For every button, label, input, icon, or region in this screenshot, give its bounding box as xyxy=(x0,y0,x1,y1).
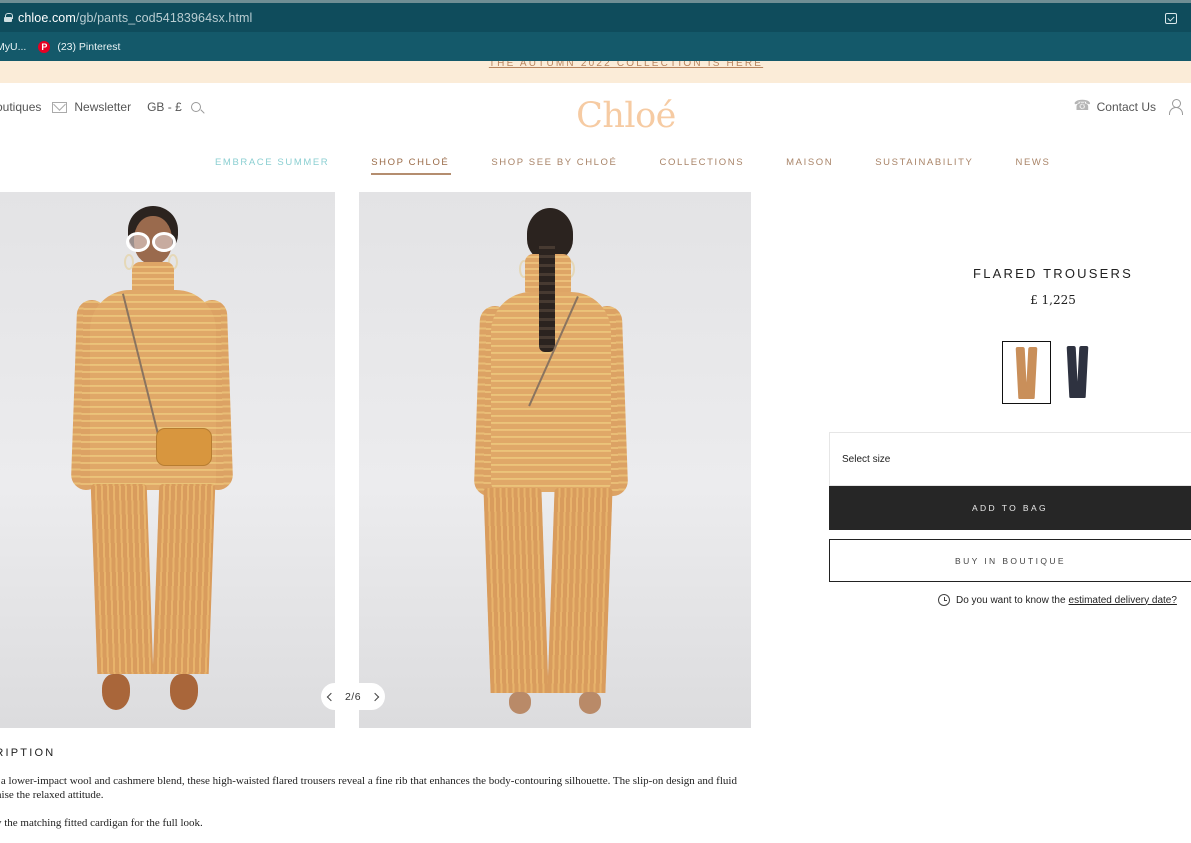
lock-icon xyxy=(4,13,13,22)
install-app-icon[interactable] xyxy=(1165,13,1177,24)
main-nav: EMBRACE SUMMER SHOP CHLOÉ SHOP SEE BY CH… xyxy=(215,157,1092,175)
bookmarks-bar: MyU... P (23) Pinterest xyxy=(0,32,1191,61)
product-photo-back[interactable] xyxy=(359,192,751,728)
nav-maison[interactable]: MAISON xyxy=(786,157,833,168)
model-back xyxy=(359,192,751,728)
product-photo-front[interactable] xyxy=(0,192,335,728)
browser-address-bar[interactable]: chloe.com/gb/pants_cod54183964sx.html xyxy=(0,0,1191,32)
nav-shop-see-by-chloe[interactable]: SHOP SEE BY CHLOÉ xyxy=(491,157,617,168)
description-line-1: In a lower-impact wool and cashmere blen… xyxy=(0,775,737,787)
swatch-camel[interactable] xyxy=(1002,341,1051,404)
contact-us-link[interactable]: Contact Us xyxy=(1097,100,1156,114)
swatch-navy[interactable] xyxy=(1054,341,1103,404)
nav-news[interactable]: NEWS xyxy=(1015,157,1050,168)
chevron-left-icon[interactable] xyxy=(326,692,336,701)
nav-sustainability[interactable]: SUSTAINABILITY xyxy=(875,157,973,168)
bookmark-myu[interactable]: MyU... xyxy=(0,41,26,53)
clock-icon xyxy=(938,594,950,606)
buy-in-boutique-button[interactable]: BUY IN BOUTIQUE xyxy=(829,539,1191,582)
description-line-2: raise the relaxed attitude. xyxy=(0,789,104,801)
description-title: DESCRIPTION xyxy=(0,747,56,759)
account-icon[interactable] xyxy=(1168,99,1183,115)
delivery-date-link[interactable]: estimated delivery date? xyxy=(1069,595,1177,606)
pinterest-icon: P xyxy=(38,40,51,53)
nav-embrace-summer[interactable]: EMBRACE SUMMER xyxy=(215,157,329,168)
promo-text[interactable]: THE AUTUMN 2022 COLLECTION IS HERE xyxy=(0,61,1191,69)
product-title: FLARED TROUSERS xyxy=(973,266,1133,281)
phone-icon[interactable] xyxy=(1074,97,1091,114)
model-front xyxy=(0,192,335,728)
delivery-question: Do you want to know the xyxy=(956,594,1066,606)
nav-shop-chloe[interactable]: SHOP CHLOÉ xyxy=(371,157,452,175)
nav-collections[interactable]: COLLECTIONS xyxy=(660,157,745,168)
product-price: £ 1,225 xyxy=(1030,293,1076,307)
add-to-bag-button[interactable]: ADD TO BAG xyxy=(829,486,1191,530)
handbag xyxy=(156,428,212,466)
description-line-3: Try the matching fitted cardigan for the… xyxy=(0,817,203,829)
promo-banner[interactable]: THE AUTUMN 2022 COLLECTION IS HERE xyxy=(0,61,1191,83)
chevron-right-icon[interactable] xyxy=(370,692,380,701)
header-utility-right: Contact Us xyxy=(1074,97,1183,115)
delivery-info: Do you want to know the estimated delive… xyxy=(938,594,1177,606)
url-text[interactable]: chloe.com/gb/pants_cod54183964sx.html xyxy=(18,11,252,25)
bookmark-pinterest[interactable]: (23) Pinterest xyxy=(57,41,120,53)
gallery-pager: 2/6 xyxy=(321,683,385,710)
gallery-counter: 2/6 xyxy=(344,690,362,703)
brand-logo[interactable]: Chloé xyxy=(0,96,1191,136)
braid xyxy=(539,240,555,352)
size-select[interactable]: Select size xyxy=(829,432,1191,486)
